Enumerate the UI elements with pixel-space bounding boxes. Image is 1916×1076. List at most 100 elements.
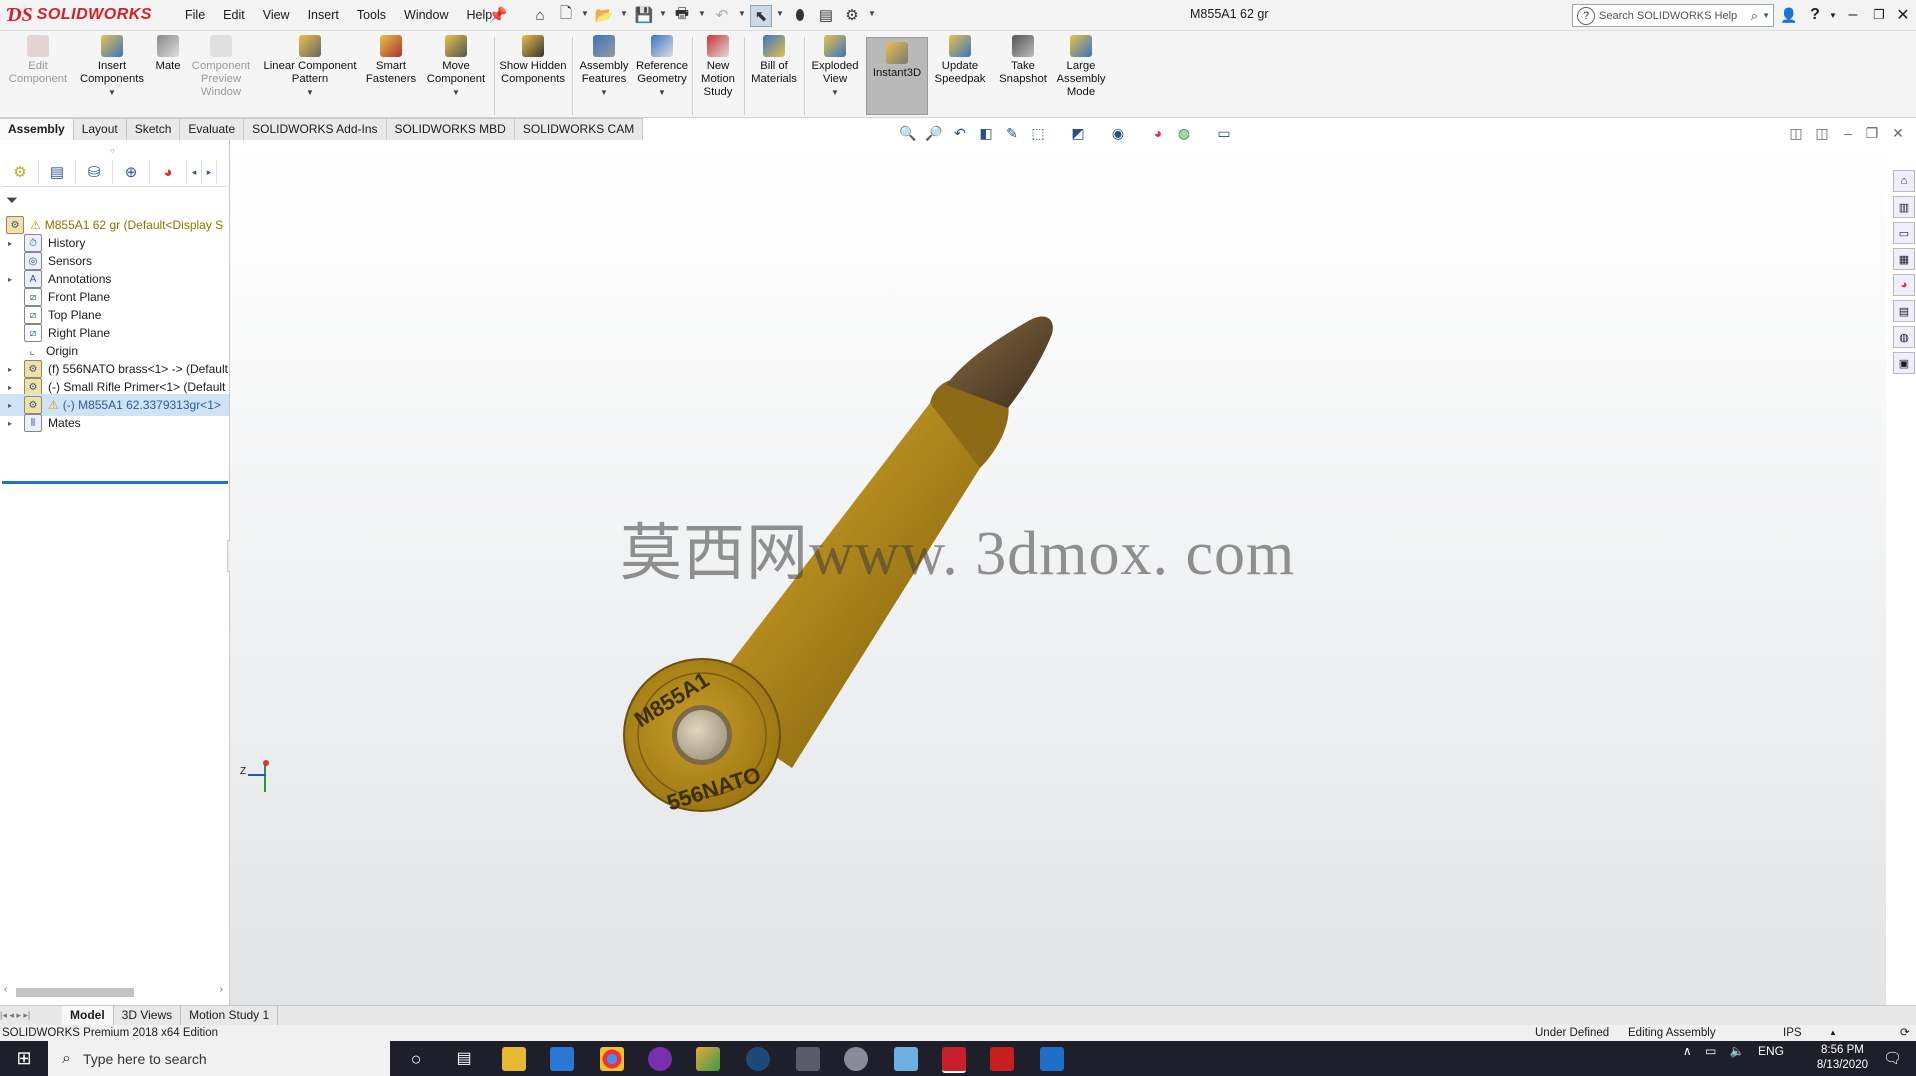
open-icon[interactable]: 📂	[594, 5, 614, 25]
linear-pattern-button[interactable]: Linear Component Pattern ▼	[258, 35, 362, 99]
viewport-minimize-icon[interactable]: –	[1838, 124, 1858, 142]
tab-layout[interactable]: Layout	[73, 118, 127, 140]
solidworks-taskbar-icon[interactable]	[942, 1047, 966, 1073]
panel-grip-icon[interactable]: ○	[110, 146, 115, 155]
viewport-close-icon[interactable]: ✕	[1888, 124, 1908, 142]
open-dropdown-icon[interactable]: ▼	[620, 9, 628, 18]
solidworks-forum-icon[interactable]: ◍	[1893, 326, 1915, 348]
save-dropdown-icon[interactable]: ▼	[659, 9, 667, 18]
scrollbar-thumb[interactable]	[16, 988, 134, 997]
property-manager-tab-icon[interactable]: ▤	[39, 160, 76, 184]
previous-view-icon[interactable]: ↶	[950, 124, 970, 142]
paint-app-icon[interactable]	[696, 1047, 720, 1071]
edit-appearance-icon[interactable]: ◕	[1148, 124, 1168, 142]
language-indicator[interactable]: ENG	[1758, 1044, 1784, 1058]
help-search-input[interactable]: ? Search SOLIDWORKS Help ⌕ ▼	[1572, 4, 1774, 27]
tab-scroll-right-icon[interactable]: ▸	[202, 160, 217, 184]
save-icon[interactable]: 💾	[634, 5, 654, 25]
tab-evaluate[interactable]: Evaluate	[180, 118, 245, 140]
new-dropdown-icon[interactable]: ▼	[581, 9, 589, 18]
move-component-dropdown-icon[interactable]: ▼	[422, 86, 490, 99]
search-dropdown-icon[interactable]: ▼	[1762, 11, 1770, 20]
take-snapshot-button[interactable]: Take Snapshot	[994, 35, 1052, 86]
chrome-icon[interactable]	[600, 1047, 624, 1071]
hide-show-items-icon[interactable]: ◉	[1108, 124, 1128, 142]
notification-center-icon[interactable]: 🗨	[1883, 1049, 1902, 1067]
solidworks-resources-icon[interactable]: ⌂	[1893, 170, 1915, 192]
file-properties-icon[interactable]: ▤	[816, 5, 836, 25]
display-manager-tab-icon[interactable]: ◕	[150, 160, 187, 184]
menu-window[interactable]: Window	[395, 6, 457, 24]
edit-component-button[interactable]: Edit Component	[6, 35, 70, 86]
print-icon[interactable]: 🖶	[672, 5, 692, 25]
file-explorer-taskbar-icon[interactable]	[502, 1047, 526, 1071]
reference-geometry-button[interactable]: Reference Geometry ▼	[634, 35, 690, 99]
exploded-view-dropdown-icon[interactable]: ▼	[808, 86, 862, 99]
exploded-view-button[interactable]: Exploded View ▼	[808, 35, 862, 99]
collaboration-icon[interactable]: ▣	[1893, 352, 1915, 374]
steam-icon[interactable]	[746, 1047, 770, 1071]
expand-arrow-icon[interactable]: ▸	[8, 383, 20, 392]
linear-pattern-dropdown-icon[interactable]: ▼	[258, 86, 362, 99]
tab-cam[interactable]: SOLIDWORKS CAM	[514, 118, 644, 140]
menu-edit[interactable]: Edit	[214, 6, 254, 24]
dynamic-annotation-icon[interactable]: ✎	[1002, 124, 1022, 142]
network-icon[interactable]: ▭	[1705, 1044, 1716, 1058]
menu-view[interactable]: View	[254, 6, 299, 24]
mate-button[interactable]: Mate	[150, 35, 186, 73]
search-icon[interactable]: ⌕	[1751, 8, 1758, 24]
home-icon[interactable]: ⌂	[530, 5, 550, 25]
calculator-icon[interactable]	[796, 1047, 820, 1071]
windows-start-icon[interactable]: ⊞	[0, 1041, 48, 1076]
view-palette-icon[interactable]: ▦	[1893, 248, 1915, 270]
component-preview-button[interactable]: Component Preview Window	[188, 35, 254, 99]
view-orientation-icon[interactable]: ⬚	[1028, 124, 1048, 142]
menu-file[interactable]: File	[176, 6, 214, 24]
status-rebuild-icon[interactable]: ⟳	[1900, 1025, 1910, 1041]
insert-components-button[interactable]: Insert Components ▼	[76, 35, 148, 99]
expand-arrow-icon[interactable]: ▸	[8, 401, 20, 410]
show-hidden-button[interactable]: Show Hidden Components	[498, 35, 568, 86]
podcast-app-icon[interactable]	[648, 1047, 672, 1071]
tab-model[interactable]: Model	[62, 1006, 114, 1026]
status-units[interactable]: IPS	[1783, 1025, 1802, 1041]
feature-manager-tab-icon[interactable]: ⚙	[2, 160, 39, 184]
menu-insert[interactable]: Insert	[299, 6, 348, 24]
tab-motion-study[interactable]: Motion Study 1	[181, 1006, 279, 1026]
assembly-features-dropdown-icon[interactable]: ▼	[576, 86, 632, 99]
restore-icon[interactable]: ❐	[1868, 4, 1890, 26]
file-explorer-icon[interactable]: ▭	[1893, 222, 1915, 244]
tab-sketch[interactable]: Sketch	[126, 118, 181, 140]
expand-arrow-icon[interactable]: ▸	[8, 365, 20, 374]
units-dropdown-icon[interactable]: ▲	[1829, 1025, 1837, 1041]
custom-properties-icon[interactable]: ▤	[1893, 300, 1915, 322]
rebuild-icon[interactable]: ⬮	[790, 5, 810, 25]
viewport-tile2-icon[interactable]: ◫	[1812, 124, 1832, 142]
tab-navigation-arrows-icon[interactable]: |◂ ◂ ▸ ▸|	[0, 1006, 62, 1026]
volume-icon[interactable]: 🔈	[1730, 1044, 1745, 1058]
configuration-manager-tab-icon[interactable]: ⛁	[76, 160, 113, 184]
undo-dropdown-icon[interactable]: ▼	[738, 9, 746, 18]
scroll-right-icon[interactable]: ›	[220, 984, 223, 995]
new-motion-study-button[interactable]: New Motion Study	[696, 35, 740, 99]
cortana-icon[interactable]: ○	[404, 1047, 428, 1071]
instant3d-button[interactable]: Instant3D	[866, 37, 928, 115]
solidworks-logo[interactable]: ƊS SOLIDWORKS	[6, 2, 154, 28]
task-view-icon[interactable]: ▤	[452, 1047, 476, 1071]
reference-geometry-dropdown-icon[interactable]: ▼	[634, 86, 690, 99]
photos-app-icon[interactable]	[1040, 1047, 1064, 1071]
bill-of-materials-button[interactable]: Bill of Materials	[748, 35, 800, 86]
smart-fasteners-button[interactable]: Smart Fasteners	[364, 35, 418, 86]
scroll-left-icon[interactable]: ‹	[4, 984, 7, 995]
filter-icon[interactable]: ⏷	[6, 192, 18, 209]
system-clock[interactable]: 8:56 PM 8/13/2020	[1817, 1043, 1868, 1073]
notes-app-icon[interactable]	[894, 1047, 918, 1071]
help-dropdown-icon[interactable]: ▼	[1822, 4, 1844, 26]
tree-item-mates[interactable]: ▸ ⫴ Mates	[0, 412, 229, 434]
pin-icon[interactable]: 📌	[488, 5, 508, 25]
move-component-button[interactable]: Move Component ▼	[422, 35, 490, 99]
expand-arrow-icon[interactable]: ▸	[8, 275, 20, 284]
section-view-icon[interactable]: ◧	[976, 124, 996, 142]
update-speedpak-button[interactable]: Update Speedpak	[932, 35, 988, 86]
assembly-features-button[interactable]: Assembly Features ▼	[576, 35, 632, 99]
